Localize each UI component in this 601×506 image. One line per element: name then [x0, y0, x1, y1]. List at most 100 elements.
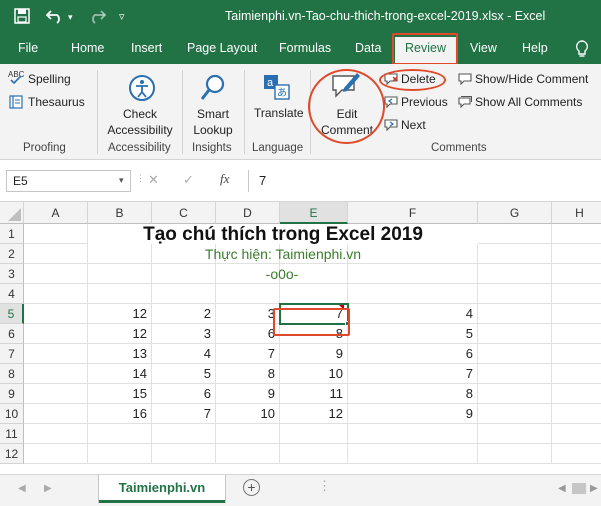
grid-cell[interactable] [478, 324, 552, 344]
grid-cell[interactable] [88, 264, 152, 284]
grid-cell[interactable] [24, 244, 88, 264]
grid-cell[interactable] [478, 264, 552, 284]
row-header-12[interactable]: 12 [0, 444, 24, 464]
grid-cell[interactable]: 3 [216, 304, 280, 324]
tab-formulas[interactable]: Formulas [279, 41, 331, 55]
grid-cell[interactable] [552, 324, 601, 344]
tab-review[interactable]: Review [395, 37, 456, 64]
grid-cell[interactable] [478, 284, 552, 304]
sheet-tagline[interactable]: -o0o- [216, 264, 348, 284]
spelling-button[interactable]: Spelling [28, 72, 71, 86]
grid-cell[interactable]: 7 [216, 344, 280, 364]
column-header-g[interactable]: G [478, 202, 552, 224]
grid-cell[interactable] [88, 424, 152, 444]
grid-cell[interactable]: 10 [216, 404, 280, 424]
tab-insert[interactable]: Insert [131, 41, 162, 55]
tab-help[interactable]: Help [522, 41, 548, 55]
grid-cell[interactable] [152, 284, 216, 304]
grid-cell[interactable]: 8 [348, 384, 478, 404]
grid-cell[interactable] [552, 304, 601, 324]
smart-lookup-button[interactable]: Smart Lookup [186, 106, 240, 138]
add-sheet-button[interactable]: + [243, 479, 260, 496]
cancel-formula-icon[interactable]: ✕ [148, 172, 159, 188]
grid-cell[interactable] [280, 424, 348, 444]
sheet-tab-active[interactable]: Taimienphi.vn [99, 475, 225, 503]
grid-cell[interactable] [552, 444, 601, 464]
horizontal-scrollbar-thumb[interactable] [572, 483, 586, 494]
row-header-2[interactable]: 2 [0, 244, 24, 264]
grid-cell[interactable] [88, 284, 152, 304]
grid-cell[interactable] [552, 404, 601, 424]
edit-comment-button[interactable]: Edit Comment [318, 106, 376, 138]
grid-cell[interactable] [552, 244, 601, 264]
check-accessibility-button[interactable]: Check Accessibility [104, 106, 176, 138]
grid-cell[interactable]: 12 [280, 404, 348, 424]
grid-cell[interactable]: 7 [348, 364, 478, 384]
row-header-3[interactable]: 3 [0, 264, 24, 284]
tab-data[interactable]: Data [355, 41, 381, 55]
customize-qat-icon[interactable]: ▿ [119, 10, 125, 23]
column-header-e[interactable]: E [280, 202, 348, 224]
grid-cell[interactable] [552, 384, 601, 404]
redo-icon[interactable] [88, 8, 107, 28]
grid-cell[interactable]: 12 [88, 324, 152, 344]
grid-cell[interactable]: 15 [88, 384, 152, 404]
grid-cell[interactable] [216, 444, 280, 464]
grid-cell[interactable] [152, 444, 216, 464]
grid-cell[interactable] [348, 284, 478, 304]
grid-cell[interactable]: 9 [280, 344, 348, 364]
sheet-title[interactable]: Tạo chú thích trong Excel 2019 [88, 224, 478, 245]
grid-cell[interactable]: 6 [152, 384, 216, 404]
tab-file[interactable]: File [18, 41, 38, 55]
row-header-6[interactable]: 6 [0, 324, 24, 344]
show-all-comments-button[interactable]: Show All Comments [475, 95, 582, 109]
show-hide-comment-button[interactable]: Show/Hide Comment [475, 72, 588, 86]
grid-cell[interactable] [348, 264, 478, 284]
row-header-10[interactable]: 10 [0, 404, 24, 424]
grid-cell[interactable] [348, 424, 478, 444]
grid-cell[interactable]: 6 [216, 324, 280, 344]
formula-input[interactable]: 7 [248, 170, 601, 192]
lightbulb-icon[interactable] [575, 40, 589, 61]
grid-cell[interactable]: 8 [216, 364, 280, 384]
sheet-subtitle[interactable]: Thực hiện: Taimienphi.vn [88, 244, 478, 264]
grid-cell[interactable]: 4 [152, 344, 216, 364]
grid-cell[interactable] [478, 244, 552, 264]
grid-cell[interactable] [478, 344, 552, 364]
grid-cell[interactable]: 9 [216, 384, 280, 404]
row-header-5[interactable]: 5 [0, 304, 24, 324]
column-header-a[interactable]: A [24, 202, 88, 224]
grid-cell[interactable] [552, 344, 601, 364]
save-icon[interactable] [14, 8, 30, 28]
grid-cell[interactable]: 3 [152, 324, 216, 344]
grid-cell[interactable]: 14 [88, 364, 152, 384]
row-header-7[interactable]: 7 [0, 344, 24, 364]
grid-cell[interactable] [24, 304, 88, 324]
grid-cell[interactable]: 4 [348, 304, 478, 324]
grid-cell[interactable] [216, 284, 280, 304]
row-header-11[interactable]: 11 [0, 424, 24, 444]
row-header-4[interactable]: 4 [0, 284, 24, 304]
row-header-1[interactable]: 1 [0, 224, 24, 244]
grid-cell[interactable]: 12 [88, 304, 152, 324]
grid-cell[interactable]: 10 [280, 364, 348, 384]
column-header-d[interactable]: D [216, 202, 280, 224]
column-header-f[interactable]: F [348, 202, 478, 224]
grid-cell[interactable] [348, 444, 478, 464]
tab-home[interactable]: Home [71, 41, 104, 55]
grid-cell[interactable]: 2 [152, 304, 216, 324]
delete-comment-button[interactable]: Delete [401, 72, 436, 86]
grid-cell[interactable] [478, 224, 552, 244]
scroll-right-icon[interactable]: ▶ [590, 483, 598, 494]
select-all-corner[interactable] [0, 202, 24, 224]
grid-cell[interactable] [152, 264, 216, 284]
row-header-8[interactable]: 8 [0, 364, 24, 384]
grid-cell[interactable] [478, 304, 552, 324]
grid-cell[interactable] [478, 384, 552, 404]
grid-cell[interactable] [552, 364, 601, 384]
grid-cell[interactable] [478, 424, 552, 444]
grid-cell[interactable] [24, 384, 88, 404]
grid-cell[interactable] [552, 264, 601, 284]
name-box-dropdown-icon[interactable]: ▾ [119, 175, 124, 186]
translate-button[interactable]: Translate [254, 106, 304, 120]
